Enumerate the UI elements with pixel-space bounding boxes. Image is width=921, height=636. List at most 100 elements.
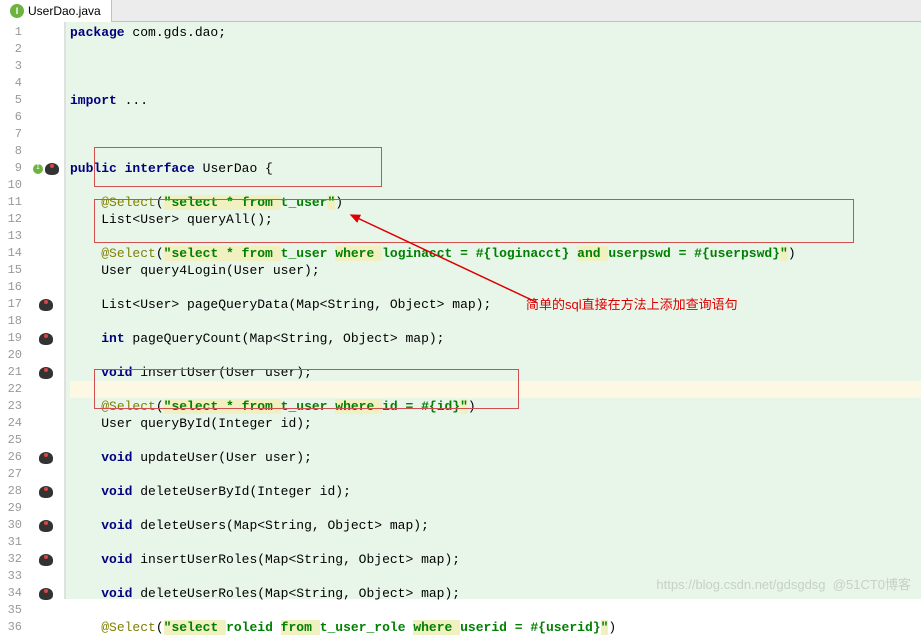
code-line[interactable]: void deleteUserById(Integer id); [70,483,921,500]
gutter-row [28,194,64,211]
line-number: 8 [0,143,22,160]
line-number: 31 [0,534,22,551]
breakpoint-icon[interactable] [39,299,53,311]
gutter-row [28,449,64,466]
code-line[interactable]: @Select("select * from t_user where id =… [70,398,921,415]
line-number: 7 [0,126,22,143]
code-line[interactable]: import ... [70,92,921,109]
code-line[interactable] [70,109,921,126]
breakpoint-icon[interactable] [39,452,53,464]
code-line[interactable]: User queryById(Integer id); [70,415,921,432]
implement-icon[interactable]: I [33,164,43,174]
code-line[interactable]: void updateUser(User user); [70,449,921,466]
line-number: 1 [0,24,22,41]
gutter-row [28,517,64,534]
line-number: 15 [0,262,22,279]
code-line[interactable]: int pageQueryCount(Map<String, Object> m… [70,330,921,347]
breakpoint-icon[interactable] [39,588,53,600]
gutter-row [28,109,64,126]
code-line[interactable] [70,432,921,449]
gutter-row [28,602,64,619]
line-number: 6 [0,109,22,126]
watermark: https://blog.csdn.net/gdsgdsg @51CT0博客 [656,576,911,593]
line-number: 11 [0,194,22,211]
java-interface-icon: I [10,4,24,18]
code-line[interactable] [70,381,921,398]
code-line[interactable] [70,58,921,75]
gutter-row [28,92,64,109]
code-line[interactable]: void insertUserRoles(Map<String, Object>… [70,551,921,568]
gutter-row [28,568,64,585]
gutter-row [28,483,64,500]
line-number: 4 [0,75,22,92]
annotation-text: 简单的sql直接在方法上添加查询语句 [526,296,738,313]
line-number: 16 [0,279,22,296]
code-line[interactable] [70,177,921,194]
line-number: 13 [0,228,22,245]
code-line[interactable] [70,228,921,245]
gutter-row [28,279,64,296]
breakpoint-icon[interactable] [39,333,53,345]
code-line[interactable] [70,41,921,58]
code-line[interactable]: @Select("select roleid from t_user_role … [70,619,921,636]
line-number: 32 [0,551,22,568]
code-line[interactable]: List<User> pageQueryData(Map<String, Obj… [70,296,921,313]
gutter-row [28,228,64,245]
gutter-row [28,41,64,58]
line-number: 5 [0,92,22,109]
code-line[interactable] [70,279,921,296]
breakpoint-icon[interactable] [39,520,53,532]
gutter-row [28,177,64,194]
code-area[interactable]: package com.gds.dao; import ... public int… [66,22,921,599]
line-number: 17 [0,296,22,313]
code-line[interactable] [70,466,921,483]
gutter-row [28,330,64,347]
gutter-row [28,296,64,313]
editor: 1234567891011121314151617181920212223242… [0,22,921,599]
breakpoint-icon[interactable] [39,367,53,379]
gutter-row [28,364,64,381]
line-number: 22 [0,381,22,398]
line-number: 21 [0,364,22,381]
code-line[interactable]: package com.gds.dao; [70,24,921,41]
gutter-row [28,347,64,364]
line-number: 3 [0,58,22,75]
line-number: 2 [0,41,22,58]
line-number: 25 [0,432,22,449]
gutter-row [28,500,64,517]
code-line[interactable] [70,313,921,330]
gutter-row [28,415,64,432]
code-line[interactable]: List<User> queryAll(); [70,211,921,228]
gutter-row [28,313,64,330]
code-line[interactable]: User query4Login(User user); [70,262,921,279]
line-number: 35 [0,602,22,619]
breakpoint-icon[interactable] [39,486,53,498]
line-number-gutter: 1234567891011121314151617181920212223242… [0,22,28,599]
line-number: 24 [0,415,22,432]
gutter-row [28,619,64,636]
line-number: 26 [0,449,22,466]
breakpoint-icon[interactable] [45,163,59,175]
line-number: 34 [0,585,22,602]
code-line[interactable]: void insertUser(User user); [70,364,921,381]
line-number: 36 [0,619,22,636]
line-number: 20 [0,347,22,364]
line-number: 27 [0,466,22,483]
breakpoint-icon[interactable] [39,554,53,566]
gutter-row [28,75,64,92]
code-line[interactable] [70,143,921,160]
code-line[interactable]: void deleteUsers(Map<String, Object> map… [70,517,921,534]
code-line[interactable] [70,534,921,551]
code-line[interactable] [70,75,921,92]
code-line[interactable] [70,347,921,364]
code-line[interactable] [70,602,921,619]
code-line[interactable]: @Select("select * from t_user where logi… [70,245,921,262]
line-number: 9 [0,160,22,177]
code-line[interactable] [70,500,921,517]
code-line[interactable]: public interface UserDao { [70,160,921,177]
code-line[interactable] [70,126,921,143]
file-tab[interactable]: I UserDao.java [0,0,112,22]
code-line[interactable]: @Select("select * from t_user") [70,194,921,211]
gutter-row [28,534,64,551]
tab-bar: I UserDao.java [0,0,921,22]
